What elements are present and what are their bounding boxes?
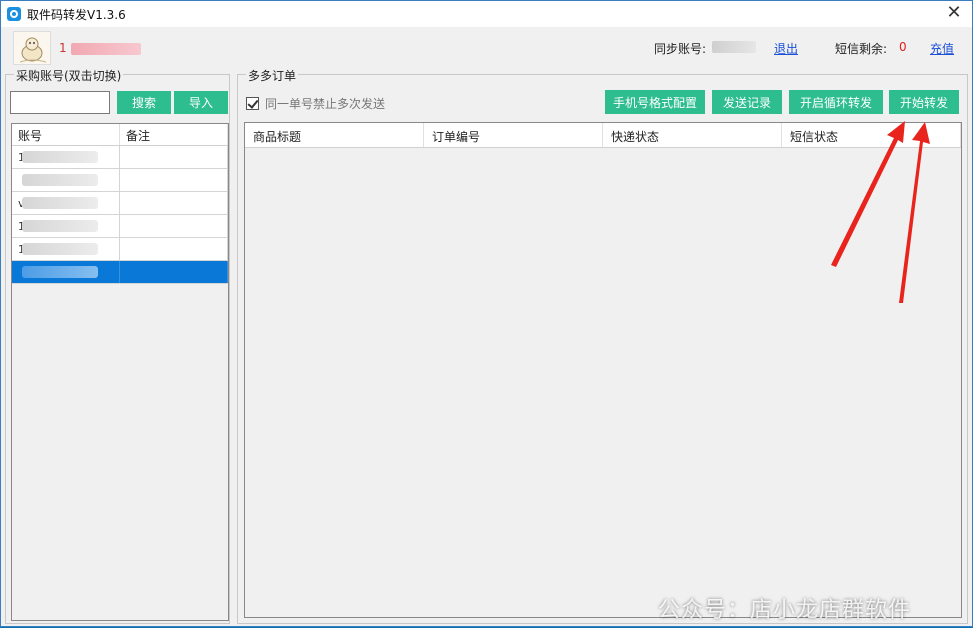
orders-table[interactable]: 商品标题 订单编号 快递状态 短信状态	[244, 122, 962, 618]
purchase-accounts-panel: 采购账号(双击切换) 搜索 导入 账号 备注 1 v 1	[5, 67, 230, 624]
account-cell: 1	[12, 215, 120, 237]
window-title: 取件码转发V1.3.6	[27, 7, 126, 22]
user-name: 1	[59, 41, 141, 55]
title-bar: 取件码转发V1.3.6 ✕	[1, 1, 972, 27]
table-row[interactable]: 1	[12, 146, 228, 169]
sync-account-value	[712, 41, 756, 53]
column-header-account[interactable]: 账号	[12, 124, 120, 145]
close-icon[interactable]: ✕	[944, 4, 964, 24]
column-header-order-number[interactable]: 订单编号	[424, 123, 603, 147]
note-cell	[120, 215, 228, 237]
search-button[interactable]: 搜索	[117, 91, 171, 114]
checkbox-checked-icon[interactable]	[246, 97, 259, 110]
account-cell: v	[12, 192, 120, 214]
app-gear-icon	[7, 7, 21, 21]
app-window: 取件码转发V1.3.6 ✕ 1 同步账号: 退出 短信剩余: 0 充值 采购账号…	[0, 0, 973, 627]
table-row[interactable]: 1	[12, 238, 228, 261]
account-cell	[12, 169, 120, 191]
table-row[interactable]: 1	[12, 215, 228, 238]
column-header-product-title[interactable]: 商品标题	[245, 123, 424, 147]
purchase-accounts-title: 采购账号(双击切换)	[14, 67, 124, 84]
no-duplicate-send-checkbox[interactable]: 同一单号禁止多次发送	[246, 95, 385, 112]
watermark-text: 公众号：店小龙店群软件	[658, 598, 912, 623]
account-cell: 1	[12, 238, 120, 260]
accounts-table-header: 账号 备注	[12, 124, 228, 146]
recharge-link[interactable]: 充值	[930, 40, 954, 57]
column-header-shipping-status[interactable]: 快递状态	[603, 123, 782, 147]
column-header-note[interactable]: 备注	[120, 124, 228, 145]
avatar	[13, 31, 51, 65]
send-log-button[interactable]: 发送记录	[712, 90, 782, 114]
table-row-selected[interactable]	[12, 261, 228, 284]
sync-account-label: 同步账号:	[654, 42, 707, 56]
table-row[interactable]: v	[12, 192, 228, 215]
account-header: 1 同步账号: 退出 短信剩余: 0 充值	[1, 27, 972, 67]
account-cell: 1	[12, 146, 120, 168]
import-button[interactable]: 导入	[174, 91, 228, 114]
note-cell	[120, 238, 228, 260]
note-cell	[120, 169, 228, 191]
loop-forward-button[interactable]: 开启循环转发	[789, 90, 883, 114]
table-row[interactable]	[12, 169, 228, 192]
orders-panel: 多多订单 同一单号禁止多次发送 手机号格式配置 发送记录 开启循环转发 开始转发…	[237, 67, 968, 624]
column-header-sms-status[interactable]: 短信状态	[782, 123, 961, 147]
logout-link[interactable]: 退出	[774, 40, 798, 57]
no-duplicate-send-label: 同一单号禁止多次发送	[265, 97, 386, 111]
account-search-input[interactable]	[10, 91, 110, 114]
note-cell	[120, 192, 228, 214]
phone-format-config-button[interactable]: 手机号格式配置	[605, 90, 705, 114]
start-forward-button[interactable]: 开始转发	[889, 90, 959, 114]
orders-table-header: 商品标题 订单编号 快递状态 短信状态	[245, 123, 961, 148]
sms-remaining-count: 0	[899, 40, 907, 54]
orders-panel-title: 多多订单	[246, 67, 299, 84]
accounts-table[interactable]: 账号 备注 1 v 1 1	[11, 123, 229, 621]
note-cell	[120, 261, 228, 283]
account-cell	[12, 261, 120, 283]
sms-remaining-label: 短信剩余:	[835, 42, 888, 56]
note-cell	[120, 146, 228, 168]
